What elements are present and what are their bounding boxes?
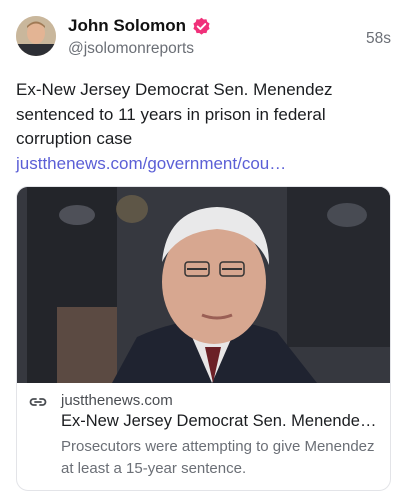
- link-preview-image: [17, 187, 390, 383]
- author-handle[interactable]: @jsolomonreports: [68, 40, 194, 58]
- post-header: John Solomon @jsolomonreports 58s: [16, 14, 391, 62]
- avatar[interactable]: [16, 16, 56, 56]
- verified-badge-icon: [192, 17, 211, 36]
- link-preview-meta: justthenews.com Ex-New Jersey Democrat S…: [17, 383, 390, 490]
- link-title: Ex-New Jersey Democrat Sen. Menendez sen…: [61, 412, 383, 430]
- link-preview-card[interactable]: justthenews.com Ex-New Jersey Democrat S…: [16, 186, 391, 491]
- link-description: Prosecutors were attempting to give Mene…: [61, 438, 375, 477]
- link-icon: [29, 395, 47, 409]
- display-name[interactable]: John Solomon: [68, 16, 186, 36]
- post-link[interactable]: justthenews.com/government/cou…: [16, 154, 286, 173]
- link-domain: justthenews.com: [61, 392, 173, 409]
- post-timestamp[interactable]: 58s: [366, 30, 391, 48]
- post-text: Ex-New Jersey Democrat Sen. Menendez sen…: [16, 78, 391, 176]
- post-body-text: Ex-New Jersey Democrat Sen. Menendez sen…: [16, 80, 333, 148]
